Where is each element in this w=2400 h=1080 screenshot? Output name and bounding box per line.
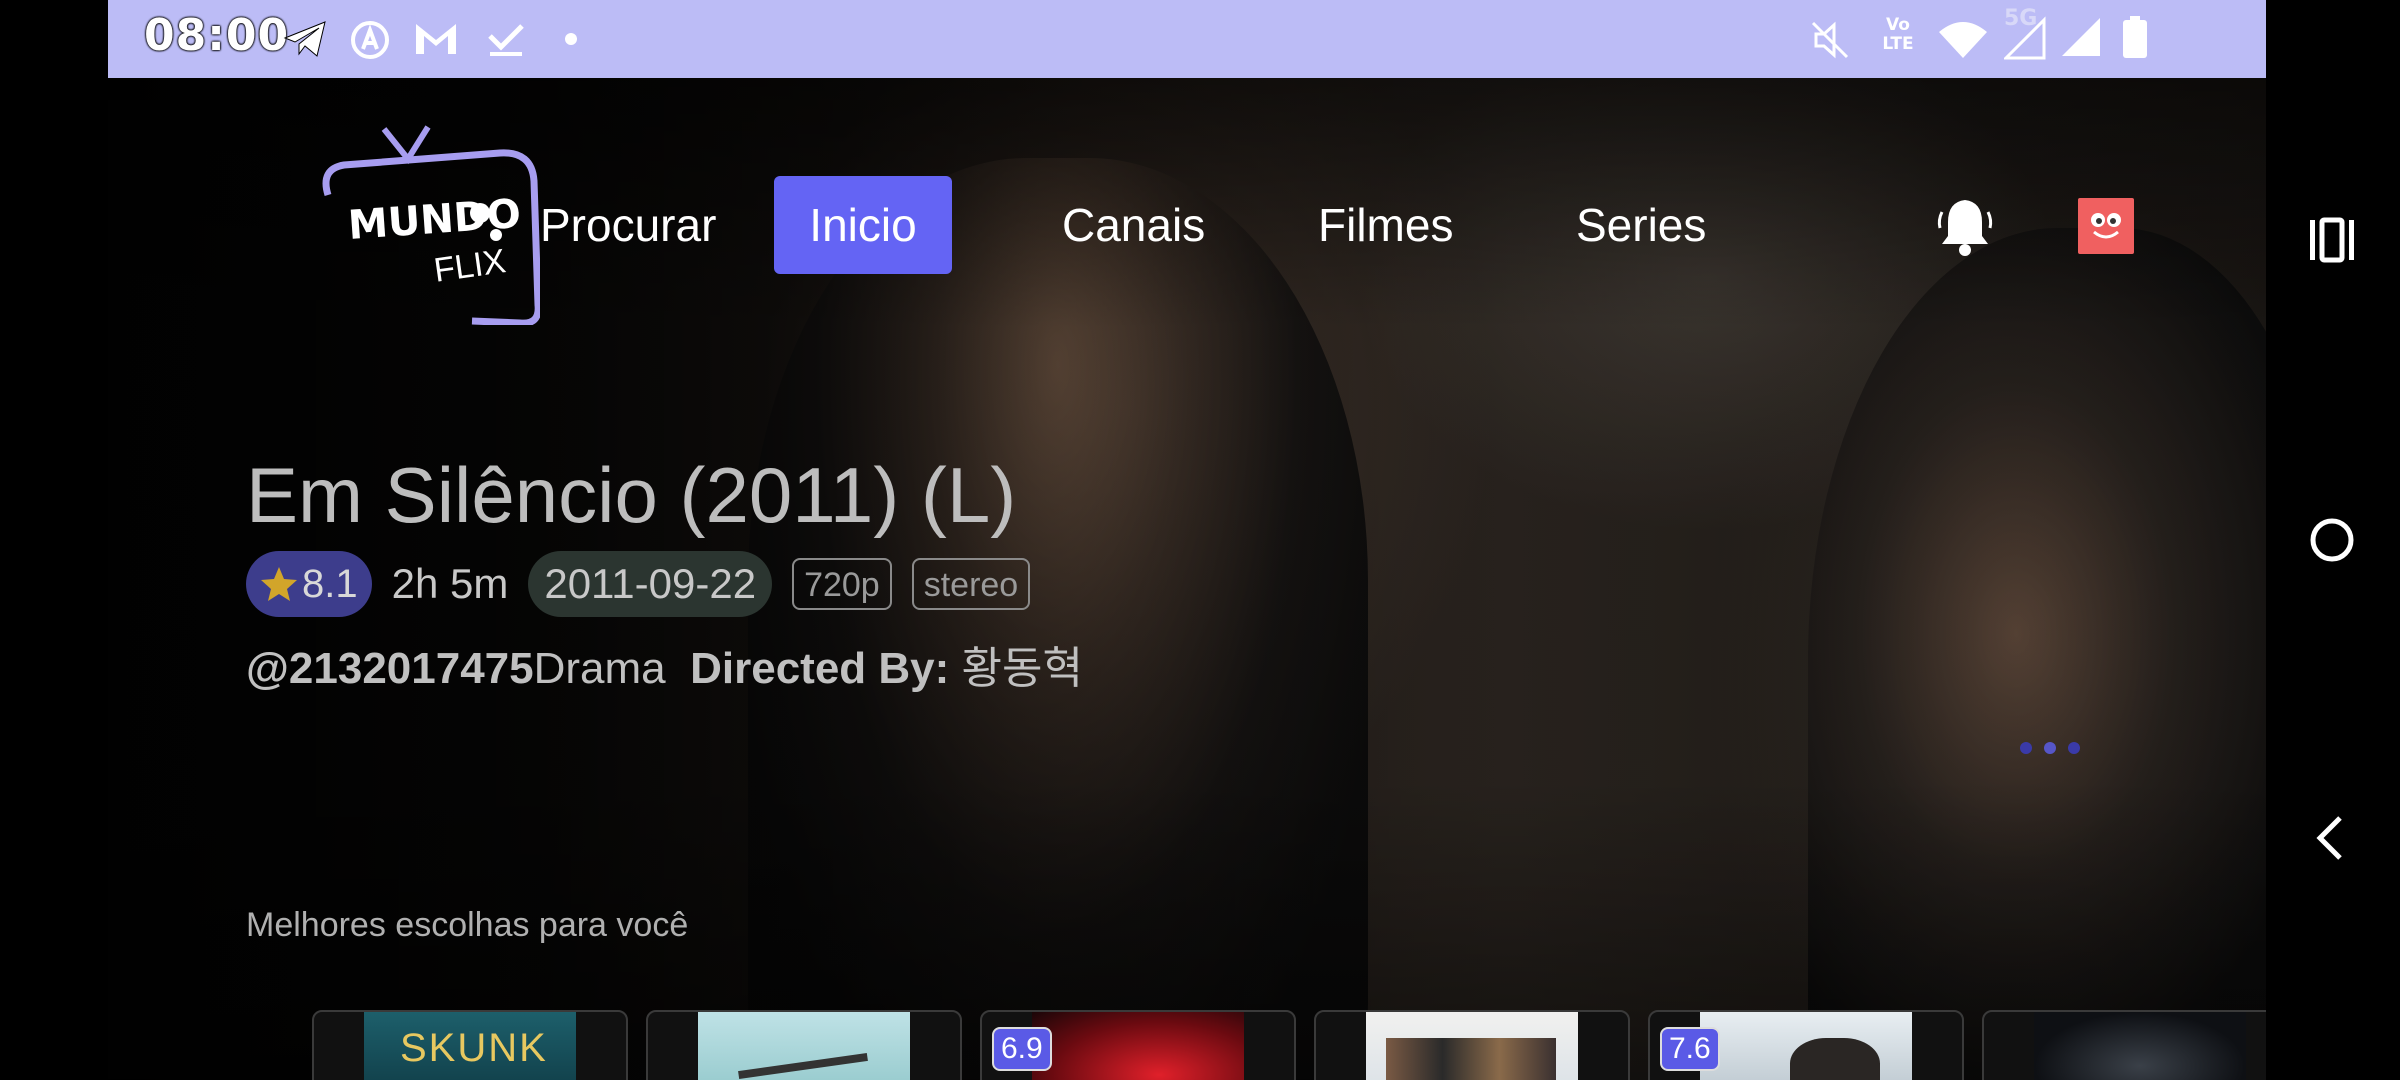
uploader-handle: @2132017475 [246,644,534,693]
auto-icon [350,20,390,59]
movie-card[interactable] [1314,1010,1630,1080]
rating-value: 8.1 [302,561,358,606]
movie-poster [698,1012,910,1080]
release-date-pill: 2011-09-22 [528,551,773,617]
star-icon [261,567,297,601]
carousel-dot-active[interactable] [2044,742,2056,754]
movie-poster [1032,1012,1244,1080]
gmail-icon [414,20,458,58]
movie-card[interactable] [1982,1010,2266,1080]
back-icon[interactable] [2306,812,2358,868]
system-navigation-bar [2266,0,2400,1080]
movie-card[interactable] [646,1010,962,1080]
profile-avatar[interactable] [2078,198,2134,254]
dot-icon [564,32,578,70]
volte-top-label: Vo [1886,15,1910,35]
mundoflix-logo[interactable]: MUNDO FLIX [310,125,542,327]
nav-item-filmes[interactable]: Filmes [1296,176,1475,274]
poster-art [738,1052,868,1080]
carousel-indicator [2020,742,2080,754]
notifications-bell-icon[interactable] [1936,196,1994,258]
home-icon[interactable] [2306,514,2358,570]
genre-label: Drama [533,644,666,693]
poster-art [1386,1038,1556,1080]
nav-item-series[interactable]: Series [1554,176,1728,274]
movie-poster [1366,1012,1578,1080]
volte-bottom-label: LTE [1882,34,1914,54]
recommendations-title: Melhores escolhas para você [246,906,689,944]
battery-icon [2122,16,2148,58]
rating-badge: 7.6 [1660,1027,1720,1071]
movie-poster [2034,1012,2246,1080]
hero-meta-row: 8.1 2h 5m 2011-09-22 720p stereo [246,550,1031,618]
movie-poster: SKUNK [364,1012,576,1080]
quality-tag: 720p [792,558,892,610]
mute-icon [1810,20,1850,59]
left-pad [0,0,108,1080]
movie-poster [1700,1012,1912,1080]
movie-card[interactable]: SKUNK [312,1010,628,1080]
hero-title: Em Silêncio (2011) (L) [246,451,1017,539]
wifi-icon [1938,20,1988,58]
volte-icon: Vo LTE [1876,16,1920,54]
status-time: 08:00 [144,10,290,61]
director-name: 황동혁 [961,644,1083,693]
nav-item-canais[interactable]: Canais [1040,176,1227,274]
signal-icon [2060,16,2102,56]
audio-tag: stereo [911,558,1031,610]
directed-by-label: Directed By: [690,644,950,693]
download-done-icon [486,20,526,58]
telegram-icon [283,20,327,58]
movie-card[interactable]: 6.9 [980,1010,1296,1080]
carousel-dot[interactable] [2068,742,2080,754]
duration-label: 2h 5m [391,560,509,607]
recommendations-row: SKUNK 6.9 7.6 [312,1010,2266,1080]
rating-badge: 8.1 [246,551,372,617]
nav-item-inicio[interactable]: Inicio [774,176,952,274]
movie-card[interactable]: 7.6 [1648,1010,1964,1080]
poster-art [1790,1038,1880,1080]
hero-credits: @2132017475Drama Directed By: 황동혁 [246,632,1083,696]
poster-title: SKUNK [400,1026,548,1070]
carousel-dot[interactable] [2020,742,2032,754]
recents-icon[interactable] [2306,214,2358,270]
rating-badge: 6.9 [992,1027,1052,1071]
nav-item-procurar[interactable]: Procurar [518,176,738,274]
status-bar: 08:00 Vo LTE 5G [108,0,2266,78]
